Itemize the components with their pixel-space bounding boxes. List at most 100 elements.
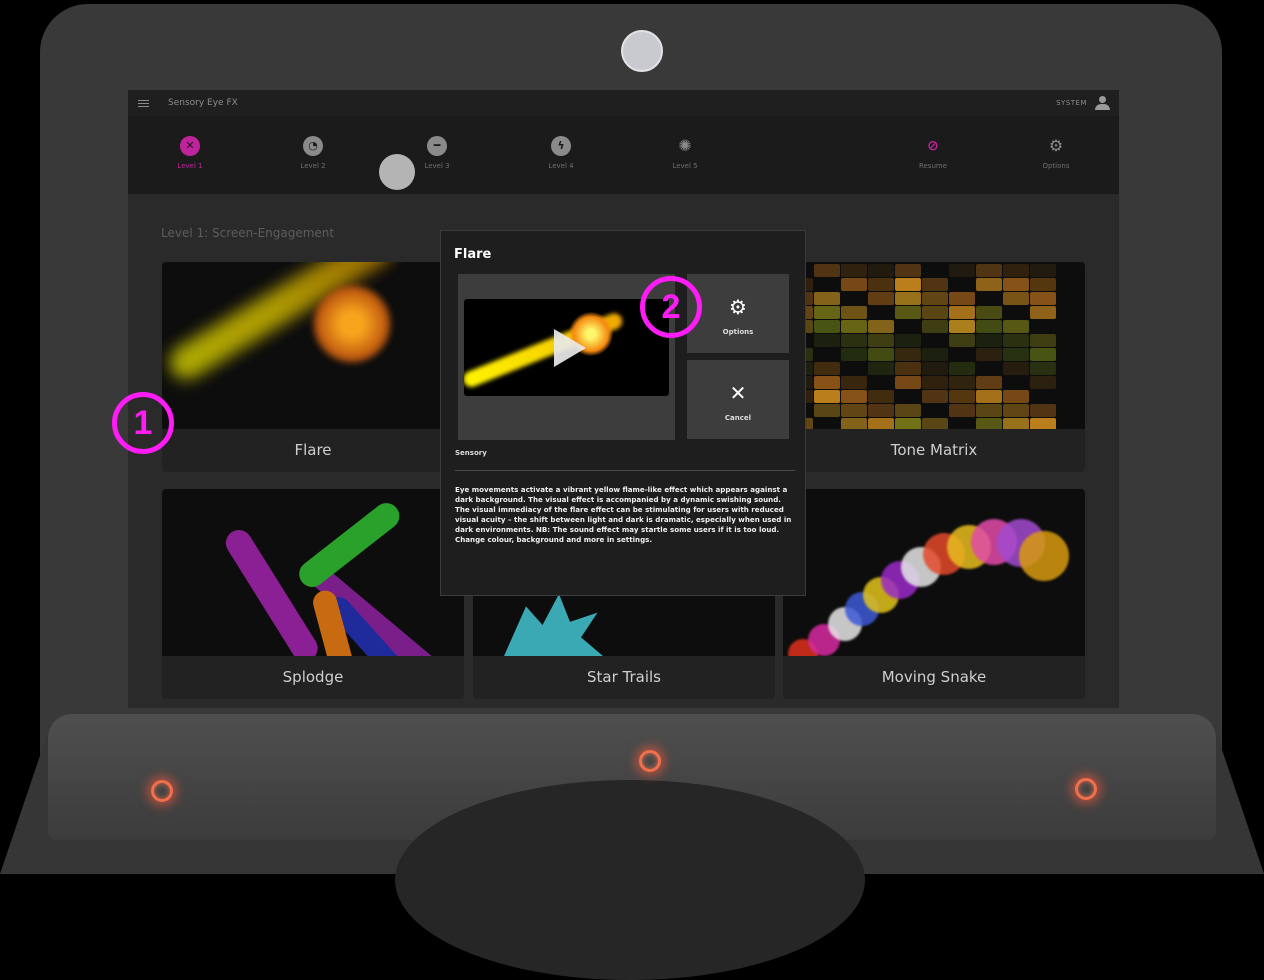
tone-matrix-cell: [922, 362, 948, 375]
tone-matrix-cell: [868, 390, 894, 403]
dialog-options-button[interactable]: ⚙ Options: [687, 274, 789, 353]
section-title: Level 1: Screen-Engagement: [161, 226, 335, 240]
tone-matrix-cell: [922, 292, 948, 305]
level-bar: ✕ Level 1 ◔ Level 2 ━ Level 3 ϟ Level 4 …: [128, 116, 1119, 194]
tone-matrix-cell: [841, 348, 867, 361]
tone-matrix-cell: [1030, 278, 1056, 291]
tab-level-5[interactable]: ✺ Level 5: [645, 136, 725, 170]
card-splodge[interactable]: Splodge: [162, 489, 464, 699]
app-screen: Sensory Eye FX SYSTEM ✕ Level 1 ◔ Level …: [128, 90, 1119, 708]
callout-badge-2: 2: [640, 276, 702, 338]
app-title: Sensory Eye FX: [168, 98, 238, 108]
tone-matrix-cell: [814, 292, 840, 305]
tone-matrix-cell: [1030, 362, 1056, 375]
tone-matrix-cell: [1003, 348, 1029, 361]
card-label: Tone Matrix: [890, 441, 978, 459]
resume-label: Resume: [918, 162, 948, 170]
tone-matrix-cell: [949, 334, 975, 347]
activity-detail-dialog: Flare ⚙ Options ✕ Cancel Sensory Eye mov…: [440, 230, 806, 596]
play-icon[interactable]: [554, 329, 586, 367]
flare-thumbnail: [162, 262, 464, 429]
gear-icon: ⚙: [729, 295, 747, 319]
web-icon: ✺: [678, 136, 692, 155]
resume-button[interactable]: ⊘ Resume: [893, 136, 973, 170]
tab-level-4[interactable]: ϟ Level 4: [521, 136, 601, 170]
ir-sensor-left: [151, 780, 173, 802]
dialog-title: Flare: [454, 247, 492, 262]
tab-level-1[interactable]: ✕ Level 1: [150, 136, 230, 170]
tone-matrix-cell: [1003, 390, 1029, 403]
tone-matrix-cell: [976, 404, 1002, 417]
card-label: Moving Snake: [881, 668, 987, 686]
tone-matrix-cell: [922, 320, 948, 333]
tone-matrix-cell: [895, 404, 921, 417]
options-label: Options: [1042, 162, 1070, 170]
card-moving-snake[interactable]: Moving Snake: [783, 489, 1085, 699]
description-text: Eye movements activate a vibrant yellow …: [455, 485, 792, 544]
target-icon: ◔: [303, 136, 323, 156]
tone-matrix-cell: [895, 362, 921, 375]
top-bar: Sensory Eye FX SYSTEM: [128, 90, 1119, 116]
tone-matrix-cell: [1003, 320, 1029, 333]
tone-matrix-cell: [868, 292, 894, 305]
tone-matrix-cell: [814, 404, 840, 417]
tone-matrix-cell: [841, 334, 867, 347]
tone-matrix-cell: [1003, 334, 1029, 347]
tone-matrix-cell: [976, 278, 1002, 291]
base-cutout: [395, 780, 865, 980]
tone-matrix-cell: [841, 376, 867, 389]
tone-matrix-cell: [1030, 404, 1056, 417]
tone-matrix-cell: [868, 362, 894, 375]
tone-matrix-cell: [895, 334, 921, 347]
tone-matrix-cell: [949, 292, 975, 305]
card-tone-matrix[interactable]: Tone Matrix: [783, 262, 1085, 472]
tab-label: Level 3: [424, 162, 450, 170]
category-label: Sensory: [455, 449, 487, 457]
tab-label: Level 2: [300, 162, 326, 170]
user-icon[interactable]: [1095, 96, 1110, 110]
tone-matrix-cell: [841, 320, 867, 333]
tone-matrix-cell: [922, 418, 948, 429]
tone-matrix-cell: [814, 362, 840, 375]
tone-matrix-cell: [868, 404, 894, 417]
tone-matrix-cell: [895, 306, 921, 319]
tone-matrix-cell: [922, 348, 948, 361]
tone-matrix-cell: [1030, 264, 1056, 277]
tone-matrix-cell: [841, 264, 867, 277]
preview-video[interactable]: [464, 299, 669, 396]
tone-matrix-cell: [868, 348, 894, 361]
tone-matrix-thumbnail: [783, 262, 1085, 429]
button-label: Options: [722, 328, 754, 336]
callout-badge-1: 1: [112, 392, 174, 454]
tone-matrix-cell: [868, 264, 894, 277]
tone-matrix-cell: [895, 278, 921, 291]
card-flare[interactable]: Flare: [162, 262, 464, 472]
tab-level-2[interactable]: ◔ Level 2: [273, 136, 353, 170]
tone-matrix-cell: [895, 292, 921, 305]
tone-matrix-cell: [1030, 418, 1056, 429]
options-button[interactable]: ⚙ Options: [1016, 136, 1096, 170]
splodge-thumbnail: [162, 489, 464, 656]
tone-matrix-cell: [868, 418, 894, 429]
ir-sensor-center: [639, 750, 661, 772]
tone-matrix-cell: [814, 320, 840, 333]
tone-matrix-cell: [814, 376, 840, 389]
tone-matrix-cell: [949, 376, 975, 389]
tone-matrix-cell: [1030, 376, 1056, 389]
tone-matrix-cell: [1030, 306, 1056, 319]
tone-matrix-cell: [1030, 292, 1056, 305]
eye-tracker-camera: [621, 30, 663, 72]
tone-matrix-cell: [814, 390, 840, 403]
menu-icon[interactable]: [138, 98, 149, 109]
tone-matrix-cell: [895, 264, 921, 277]
close-icon: ✕: [729, 381, 747, 405]
tone-matrix-cell: [922, 390, 948, 403]
tab-label: Level 1: [177, 162, 203, 170]
half-circle-icon: ━: [427, 136, 447, 156]
tab-label: Level 5: [672, 162, 698, 170]
tone-matrix-cell: [841, 418, 867, 429]
gaze-cursor: [379, 154, 415, 190]
card-label: Star Trails: [587, 668, 661, 686]
dialog-cancel-button[interactable]: ✕ Cancel: [687, 360, 789, 439]
tone-matrix-cell: [814, 306, 840, 319]
